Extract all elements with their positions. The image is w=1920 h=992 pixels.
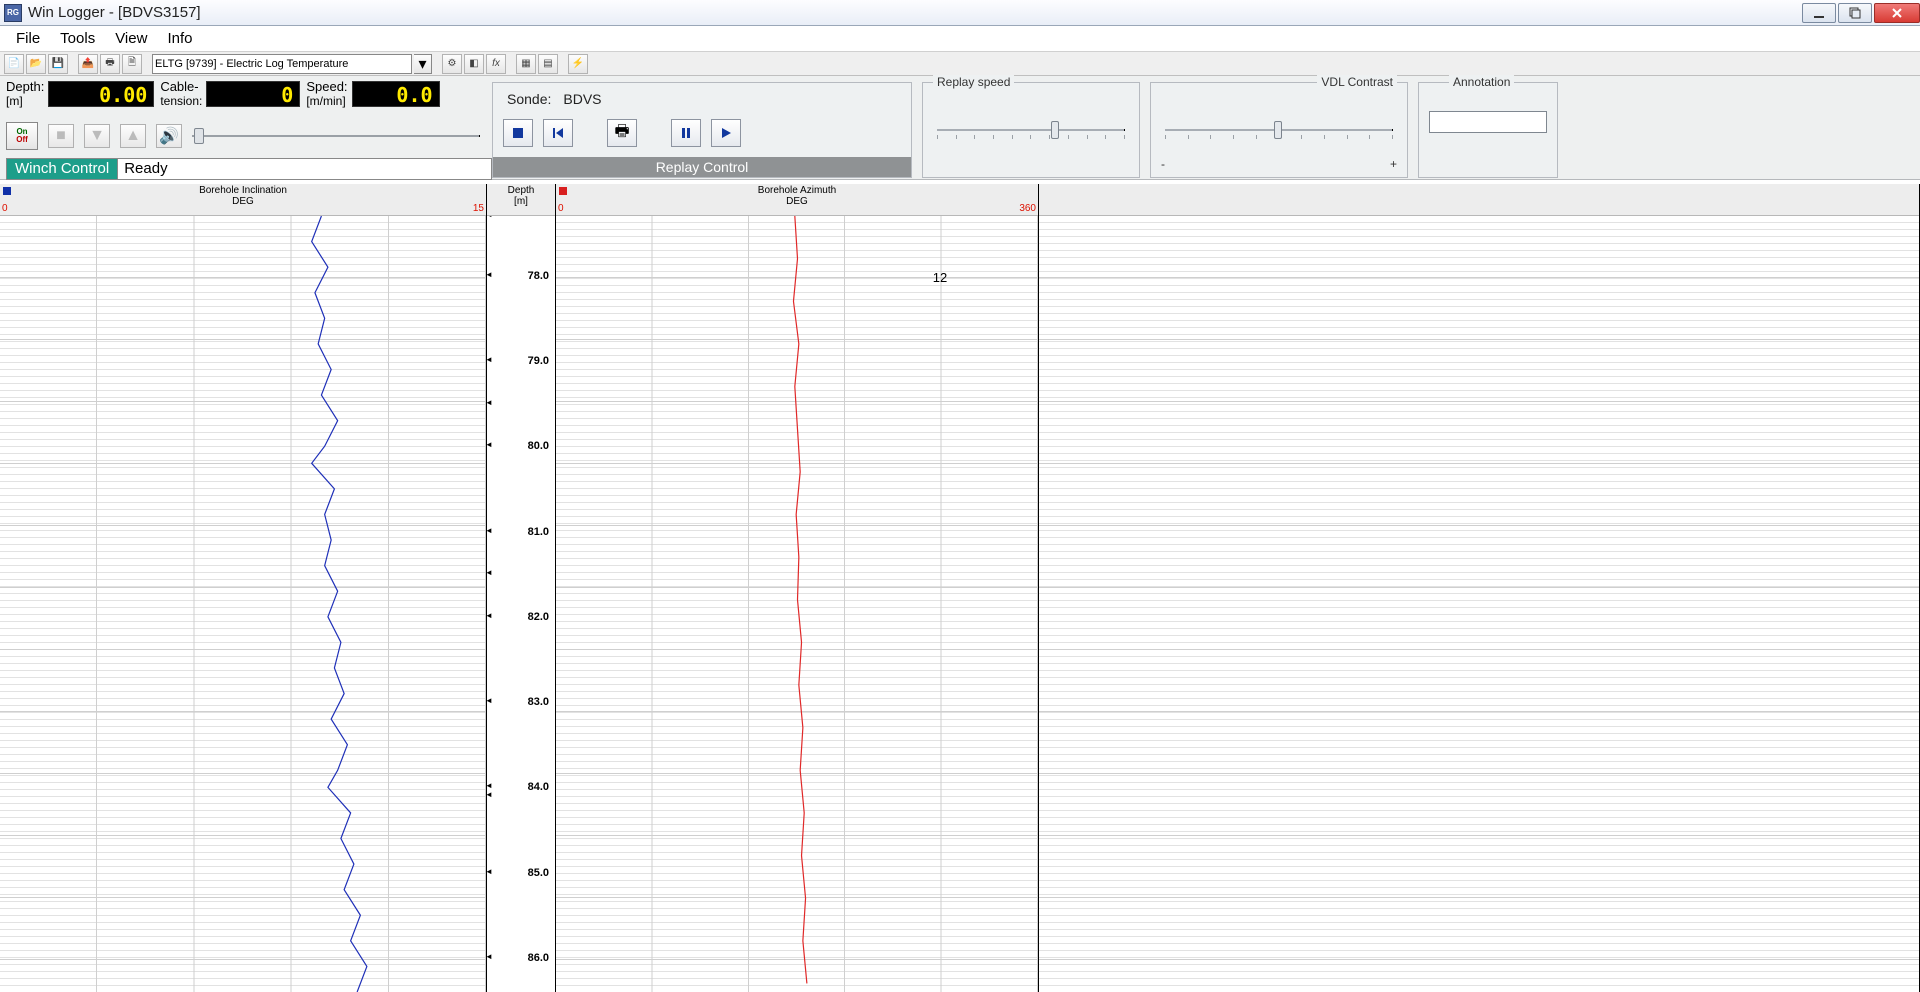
replay-rewind-button[interactable]: [543, 119, 573, 147]
tb-preview-icon[interactable]: 🗎: [122, 54, 142, 74]
track-azimuth: Borehole Azimuth DEG 0 360 12: [556, 184, 1039, 992]
speed-value: 0.0: [352, 81, 440, 107]
depth-title: Depth: [487, 185, 555, 196]
winch-control-label: Winch Control: [6, 158, 118, 180]
log-area: Borehole Inclination DEG 0 15 Depth [m] …: [0, 184, 1920, 992]
azim-max: 360: [1019, 203, 1036, 214]
speaker-icon[interactable]: 🔊: [156, 124, 182, 148]
tb-flash-icon[interactable]: ⚡: [568, 54, 588, 74]
depth-body[interactable]: 78.0 79.0 80.0 81.0 82.0 83.0 84.0 85.0 86.0: [487, 216, 555, 992]
azim-annotation: 12: [933, 270, 947, 285]
depth-label: 81.0: [528, 526, 549, 538]
depth-label: Depth:: [6, 79, 44, 94]
replay-speed-legend: Replay speed: [933, 75, 1014, 89]
menubar: File Tools View Info: [0, 26, 1920, 52]
depth-unit-label: [m]: [487, 196, 555, 207]
depth-label: 84.0: [528, 781, 549, 793]
tb-print-icon[interactable]: 🖶: [100, 54, 120, 74]
azim-unit: DEG: [556, 196, 1038, 207]
replay-print-icon[interactable]: 🖶: [607, 119, 637, 147]
tension-value: 0: [206, 81, 300, 107]
replay-pause-button[interactable]: [671, 119, 701, 147]
azim-curve: [556, 216, 1038, 992]
depth-label: 86.0: [528, 952, 549, 964]
replay-group: Sonde: BDVS 🖶 Replay Control: [492, 82, 912, 178]
tension-readout: Cable-tension: 0: [160, 80, 300, 108]
tb-sonde-icon[interactable]: ◧: [464, 54, 484, 74]
depth-value: 0.00: [48, 81, 154, 107]
track-inclination: Borehole Inclination DEG 0 15: [0, 184, 487, 992]
winch-speed-slider[interactable]: [192, 124, 480, 148]
vdl-minus: -: [1161, 157, 1165, 171]
vdl-contrast-slider[interactable]: [1161, 121, 1397, 151]
speed-readout: Speed:[m/min] 0.0: [306, 80, 439, 108]
azim-min: 0: [558, 203, 564, 214]
sonde-label: Sonde:: [507, 91, 551, 107]
depth-unit: [m]: [6, 94, 44, 108]
tension-label2: tension:: [160, 94, 202, 108]
menu-tools[interactable]: Tools: [50, 28, 105, 49]
tb-export-icon[interactable]: 📤: [78, 54, 98, 74]
toolbar: 📄 📂 💾 📤 🖶 🗎 ▾ ⚙ ◧ fx ▦ ▤ ⚡: [0, 52, 1920, 76]
track-depth: Depth [m] 78.0 79.0 80.0 81.0 82.0 83.0 84.0 85…: [487, 184, 556, 992]
minimize-button[interactable]: [1802, 3, 1836, 23]
vdl-legend: VDL Contrast: [1317, 75, 1397, 89]
maximize-button[interactable]: [1838, 3, 1872, 23]
controls-panel: Depth:[m] 0.00 Cable-tension: 0 Speed:[m…: [0, 76, 1920, 180]
tb-new-icon[interactable]: 📄: [4, 54, 24, 74]
incl-min: 0: [2, 203, 8, 214]
annotation-group: Annotation: [1418, 82, 1558, 178]
depth-label: 78.0: [528, 270, 549, 282]
up-arrow-icon[interactable]: ▲: [120, 124, 146, 148]
vdl-contrast-group: VDL Contrast -+: [1150, 82, 1408, 178]
down-arrow-icon[interactable]: ▼: [84, 124, 110, 148]
depth-label: 85.0: [528, 867, 549, 879]
annotation-legend: Annotation: [1449, 75, 1514, 89]
close-button[interactable]: [1874, 3, 1920, 23]
tool-select[interactable]: [152, 54, 412, 74]
incl-unit: DEG: [0, 196, 486, 207]
menu-info[interactable]: Info: [157, 28, 202, 49]
tb-save-icon[interactable]: 💾: [48, 54, 68, 74]
depth-label: 79.0: [528, 355, 549, 367]
replay-stop-button[interactable]: [503, 119, 533, 147]
speed-unit: [m/min]: [306, 94, 347, 108]
sonde-value: BDVS: [563, 91, 601, 107]
tb-fx-icon[interactable]: fx: [486, 54, 506, 74]
tb-table-icon[interactable]: ▦: [516, 54, 536, 74]
depth-label: 80.0: [528, 440, 549, 452]
depth-readout: Depth:[m] 0.00: [6, 80, 154, 108]
menu-file[interactable]: File: [6, 28, 50, 49]
tb-config-icon[interactable]: ⚙: [442, 54, 462, 74]
tb-open-icon[interactable]: 📂: [26, 54, 46, 74]
replay-title: Replay Control: [493, 157, 911, 177]
tb-calendar-icon[interactable]: ▤: [538, 54, 558, 74]
replay-speed-group: Replay speed: [922, 82, 1140, 178]
titlebar: RG Win Logger - [BDVS3157]: [0, 0, 1920, 26]
tool-select-dropdown-icon[interactable]: ▾: [414, 54, 432, 74]
incl-curve: [0, 216, 486, 992]
window-title: Win Logger - [BDVS3157]: [28, 4, 201, 21]
tension-label: Cable-: [160, 79, 198, 94]
depth-label: 83.0: [528, 696, 549, 708]
annotation-input[interactable]: [1429, 111, 1547, 133]
replay-speed-slider[interactable]: [933, 121, 1129, 151]
app-icon: RG: [4, 4, 22, 22]
track-extra: [1039, 184, 1920, 992]
incl-body[interactable]: [0, 216, 486, 992]
winch-panel: Depth:[m] 0.00 Cable-tension: 0 Speed:[m…: [0, 76, 486, 179]
menu-view[interactable]: View: [105, 28, 157, 49]
depth-label: 82.0: [528, 611, 549, 623]
speed-label: Speed:: [306, 79, 347, 94]
stop-square-icon[interactable]: ■: [48, 124, 74, 148]
vdl-plus: +: [1390, 157, 1397, 171]
incl-title: Borehole Inclination: [0, 185, 486, 196]
extra-body[interactable]: [1039, 216, 1919, 992]
azim-title: Borehole Azimuth: [556, 185, 1038, 196]
status-ready: Ready: [118, 158, 492, 180]
azim-body[interactable]: 12: [556, 216, 1038, 992]
onoff-toggle[interactable]: OnOff: [6, 122, 38, 150]
replay-play-button[interactable]: [711, 119, 741, 147]
incl-max: 15: [473, 203, 484, 214]
